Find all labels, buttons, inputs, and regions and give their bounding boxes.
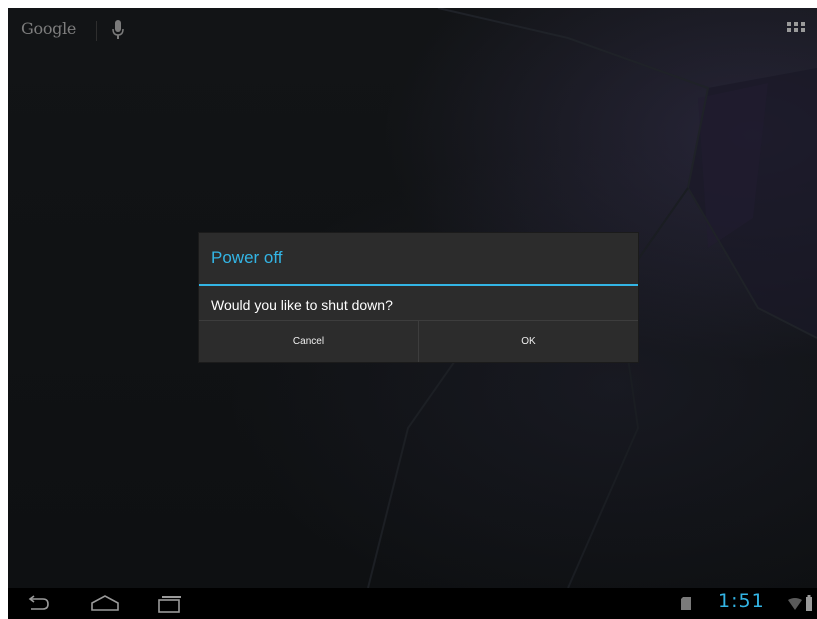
home-icon[interactable]	[90, 595, 120, 611]
microphone-icon[interactable]	[111, 19, 125, 41]
dialog-title: Power off	[211, 248, 283, 267]
home-top-bar: Google	[8, 8, 817, 52]
clock[interactable]: 1:51	[718, 590, 765, 612]
wifi-icon	[788, 598, 802, 610]
title-divider	[199, 284, 638, 286]
power-off-dialog: Power off Would you like to shut down? C…	[199, 233, 638, 362]
system-bar: 1:51	[8, 588, 817, 619]
dialog-button-bar: Cancel OK	[199, 320, 638, 362]
ok-button[interactable]: OK	[419, 321, 638, 362]
tablet-screen: Google Power off Would you like to shut …	[8, 8, 817, 619]
dialog-message: Would you like to shut down?	[211, 297, 393, 313]
search-divider	[96, 21, 97, 41]
battery-icon	[806, 595, 812, 611]
cancel-button[interactable]: Cancel	[199, 321, 418, 362]
sd-card-icon	[681, 597, 691, 610]
recent-apps-icon[interactable]	[157, 595, 183, 613]
google-search-label[interactable]: Google	[21, 19, 76, 38]
all-apps-grid-icon[interactable]	[787, 22, 805, 36]
back-icon[interactable]	[25, 595, 51, 611]
